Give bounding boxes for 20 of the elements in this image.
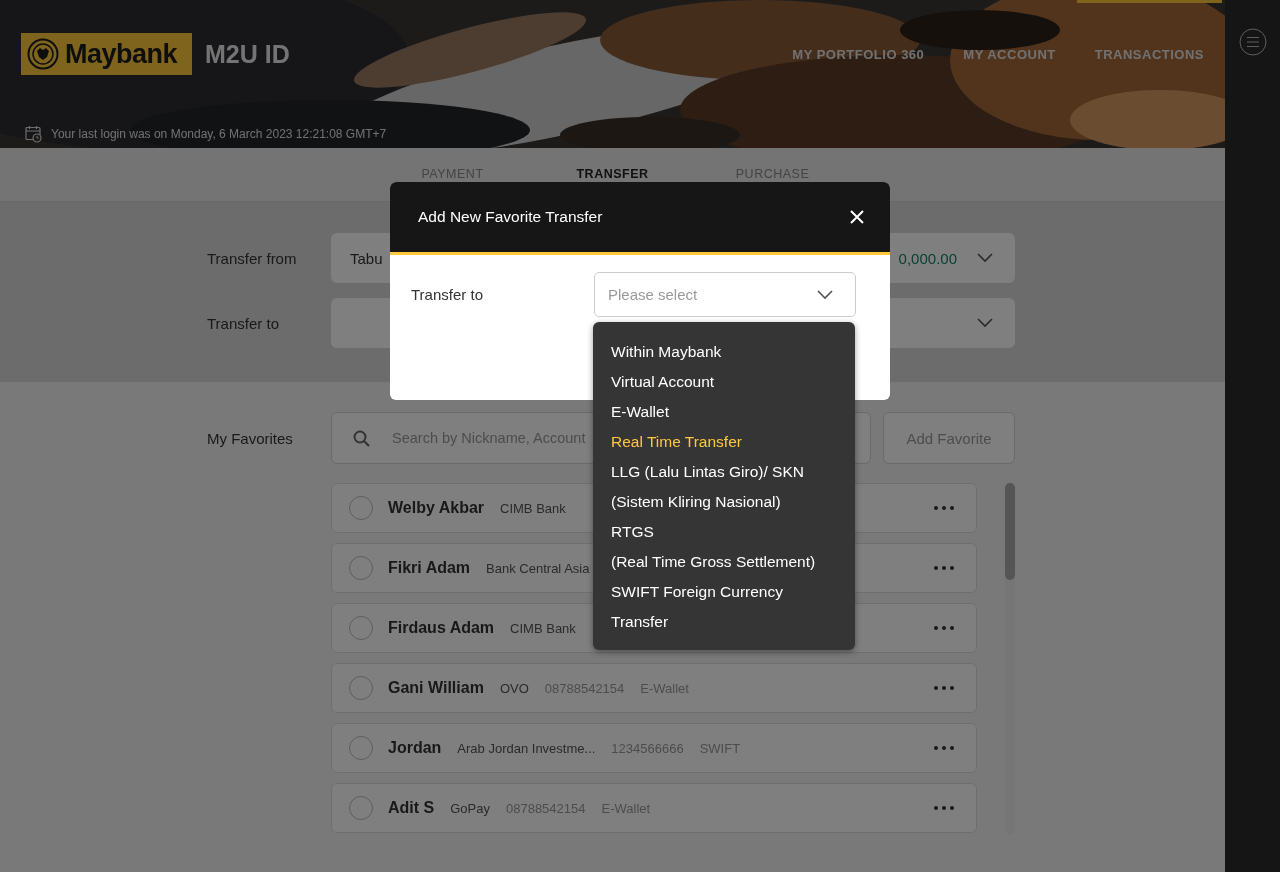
favorite-name: Jordan <box>388 739 442 757</box>
favorite-name: Welby Akbar <box>388 499 485 517</box>
field-label: Transfer from <box>207 249 298 267</box>
bank-name: CIMB Bank <box>500 500 566 516</box>
bank-name: GoPay <box>450 800 490 816</box>
bank-name: Arab Jordan Investme... <box>457 740 596 756</box>
favorite-name: Adit S <box>388 799 435 817</box>
bank-logo: Maybank <box>21 33 192 75</box>
section-label: My Favorites <box>207 429 294 449</box>
modal-title: Add New Favorite Transfer <box>418 208 603 226</box>
product-name: M2U ID <box>205 39 290 69</box>
bank-name: OVO <box>499 680 529 696</box>
favorite-name: Fikri Adam <box>388 559 471 577</box>
bank-name: Bank Central Asia <box>486 560 590 576</box>
field-label: Transfer to <box>207 314 280 332</box>
favorite-name: Firdaus Adam <box>388 619 495 637</box>
bank-name: CIMB Bank <box>510 620 576 636</box>
field-label: Transfer to <box>411 286 484 303</box>
favorite-name: Gani William <box>388 679 484 697</box>
last-login-text: Your last login was on Monday, 6 March 2023 12:21:08 GMT+7 <box>51 127 387 141</box>
